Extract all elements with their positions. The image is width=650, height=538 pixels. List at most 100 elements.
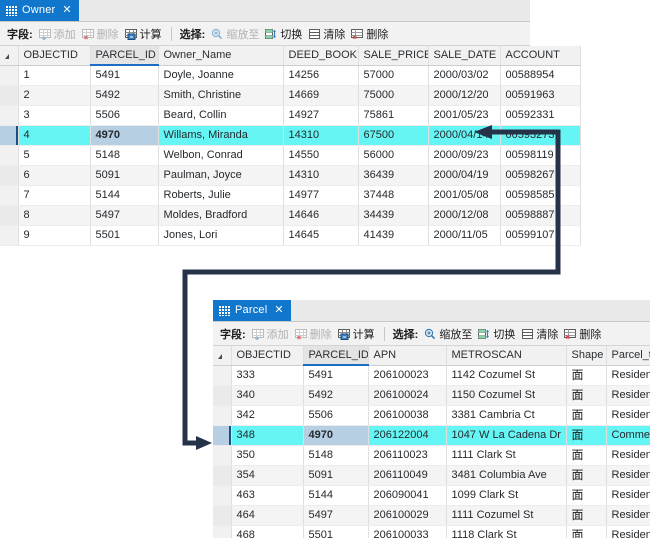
cell-parcel_id[interactable]: 5091 xyxy=(303,465,368,485)
cell-owner_name[interactable]: Moldes, Bradford xyxy=(158,205,283,225)
cell-sale_date[interactable]: 2001/05/23 xyxy=(428,105,500,125)
cell-sale_price[interactable]: 41439 xyxy=(358,225,428,245)
cell-deed_book[interactable]: 14645 xyxy=(283,225,358,245)
cell-parcel_id[interactable]: 5144 xyxy=(303,485,368,505)
cell-owner_name[interactable]: Paulman, Joyce xyxy=(158,165,283,185)
add-field-button[interactable]: 添加 xyxy=(250,325,293,343)
cell-objectid[interactable]: 340 xyxy=(231,385,303,405)
cell-sale_date[interactable]: 2000/11/05 xyxy=(428,225,500,245)
cell-parcel_type[interactable]: Residential xyxy=(606,525,650,538)
cell-deed_book[interactable]: 14310 xyxy=(283,165,358,185)
cell-objectid[interactable]: 6 xyxy=(18,165,90,185)
owner-column-header-parcel_id[interactable]: PARCEL_ID xyxy=(90,46,158,65)
cell-objectid[interactable]: 464 xyxy=(231,505,303,525)
cell-metroscan[interactable]: 1150 Cozumel St xyxy=(446,385,566,405)
table-row[interactable]: 35051482061100231111 Clark St面Residentia… xyxy=(213,445,650,465)
close-icon[interactable]: ✕ xyxy=(274,305,283,316)
delete-selection-button[interactable]: 删除 xyxy=(349,25,392,43)
table-row[interactable]: 55148Welbon, Conrad14550560002000/09/230… xyxy=(0,145,580,165)
cell-shape[interactable]: 面 xyxy=(566,405,606,425)
cell-apn[interactable]: 206100029 xyxy=(368,505,446,525)
cell-account[interactable]: 00593273 xyxy=(500,125,580,145)
cell-parcel_id[interactable]: 5497 xyxy=(90,205,158,225)
delete-field-button[interactable]: 删除 xyxy=(293,325,336,343)
cell-owner_name[interactable]: Roberts, Julie xyxy=(158,185,283,205)
cell-shape[interactable]: 面 xyxy=(566,525,606,538)
table-row[interactable]: 46855012061000331118 Clark St面Residentia… xyxy=(213,525,650,538)
table-row[interactable]: 85497Moldes, Bradford14646344392000/12/0… xyxy=(0,205,580,225)
cell-parcel_type[interactable]: Residential xyxy=(606,465,650,485)
cell-parcel_id[interactable]: 5501 xyxy=(90,225,158,245)
owner-column-header-sale_date[interactable]: SALE_DATE xyxy=(428,46,500,65)
owner-column-header-deed_book[interactable]: DEED_BOOK xyxy=(283,46,358,65)
parcel-table[interactable]: OBJECTIDPARCEL_IDAPNMETROSCANShapeParcel… xyxy=(213,346,650,538)
cell-objectid[interactable]: 7 xyxy=(18,185,90,205)
cell-parcel_type[interactable]: Residential xyxy=(606,365,650,385)
cell-parcel_id[interactable]: 5492 xyxy=(90,85,158,105)
cell-account[interactable]: 00598267 xyxy=(500,165,580,185)
cell-deed_book[interactable]: 14550 xyxy=(283,145,358,165)
owner-column-header-sale_price[interactable]: SALE_PRICE xyxy=(358,46,428,65)
parcel-column-header-metroscan[interactable]: METROSCAN xyxy=(446,346,566,365)
cell-objectid[interactable]: 5 xyxy=(18,145,90,165)
cell-deed_book[interactable]: 14669 xyxy=(283,85,358,105)
cell-shape[interactable]: 面 xyxy=(566,445,606,465)
cell-parcel_type[interactable]: Residential xyxy=(606,385,650,405)
select-all-corner[interactable] xyxy=(213,346,231,365)
cell-sale_price[interactable]: 57000 xyxy=(358,65,428,85)
switch-selection-button[interactable]: 切换 xyxy=(476,325,519,343)
cell-owner_name[interactable]: Smith, Christine xyxy=(158,85,283,105)
cell-parcel_id[interactable]: 4970 xyxy=(303,425,368,445)
table-row[interactable]: 44970Willams, Miranda14310675002000/04/1… xyxy=(0,125,580,145)
cell-sale_price[interactable]: 34439 xyxy=(358,205,428,225)
cell-parcel_id[interactable]: 5491 xyxy=(303,365,368,385)
cell-metroscan[interactable]: 3481 Columbia Ave xyxy=(446,465,566,485)
cell-parcel_id[interactable]: 5492 xyxy=(303,385,368,405)
cell-apn[interactable]: 206100038 xyxy=(368,405,446,425)
table-row[interactable]: 46351442060900411099 Clark St面Residentia… xyxy=(213,485,650,505)
cell-deed_book[interactable]: 14256 xyxy=(283,65,358,85)
close-icon[interactable]: ✕ xyxy=(62,5,71,16)
cell-objectid[interactable]: 333 xyxy=(231,365,303,385)
cell-account[interactable]: 00592331 xyxy=(500,105,580,125)
cell-metroscan[interactable]: 1099 Clark St xyxy=(446,485,566,505)
row-selector[interactable] xyxy=(213,505,231,525)
owner-column-header-account[interactable]: ACCOUNT xyxy=(500,46,580,65)
cell-account[interactable]: 00591963 xyxy=(500,85,580,105)
row-selector[interactable] xyxy=(0,225,18,245)
zoom-to-selection-button[interactable]: 缩放至 xyxy=(422,325,476,343)
cell-parcel_id[interactable]: 5144 xyxy=(90,185,158,205)
cell-deed_book[interactable]: 14977 xyxy=(283,185,358,205)
parcel-column-header-shape[interactable]: Shape xyxy=(566,346,606,365)
owner-table[interactable]: OBJECTIDPARCEL_IDOwner_NameDEED_BOOKSALE… xyxy=(0,46,581,246)
cell-apn[interactable]: 206100023 xyxy=(368,365,446,385)
cell-objectid[interactable]: 4 xyxy=(18,125,90,145)
parcel-column-header-parcel_type[interactable]: Parcel_type xyxy=(606,346,650,365)
table-row[interactable]: 33354912061000231142 Cozumel St面Resident… xyxy=(213,365,650,385)
cell-parcel_id[interactable]: 5497 xyxy=(303,505,368,525)
owner-column-header-owner_name[interactable]: Owner_Name xyxy=(158,46,283,65)
cell-sale_price[interactable]: 36439 xyxy=(358,165,428,185)
cell-objectid[interactable]: 3 xyxy=(18,105,90,125)
table-row[interactable]: 15491Doyle, Joanne14256570002000/03/0200… xyxy=(0,65,580,85)
cell-sale_price[interactable]: 67500 xyxy=(358,125,428,145)
cell-objectid[interactable]: 9 xyxy=(18,225,90,245)
zoom-to-selection-button[interactable]: 缩放至 xyxy=(209,25,263,43)
cell-account[interactable]: 00599107 xyxy=(500,225,580,245)
cell-sale_price[interactable]: 56000 xyxy=(358,145,428,165)
cell-parcel_id[interactable]: 4970 xyxy=(90,125,158,145)
row-selector[interactable] xyxy=(0,85,18,105)
cell-apn[interactable]: 206090041 xyxy=(368,485,446,505)
cell-account[interactable]: 00598887 xyxy=(500,205,580,225)
cell-sale_price[interactable]: 75000 xyxy=(358,85,428,105)
cell-deed_book[interactable]: 14310 xyxy=(283,125,358,145)
cell-account[interactable]: 00598585 xyxy=(500,185,580,205)
owner-column-header-objectid[interactable]: OBJECTID xyxy=(18,46,90,65)
cell-parcel_id[interactable]: 5506 xyxy=(303,405,368,425)
cell-apn[interactable]: 206100033 xyxy=(368,525,446,538)
cell-apn[interactable]: 206100024 xyxy=(368,385,446,405)
cell-sale_date[interactable]: 2000/04/19 xyxy=(428,165,500,185)
cell-apn[interactable]: 206122004 xyxy=(368,425,446,445)
cell-owner_name[interactable]: Jones, Lori xyxy=(158,225,283,245)
cell-shape[interactable]: 面 xyxy=(566,485,606,505)
